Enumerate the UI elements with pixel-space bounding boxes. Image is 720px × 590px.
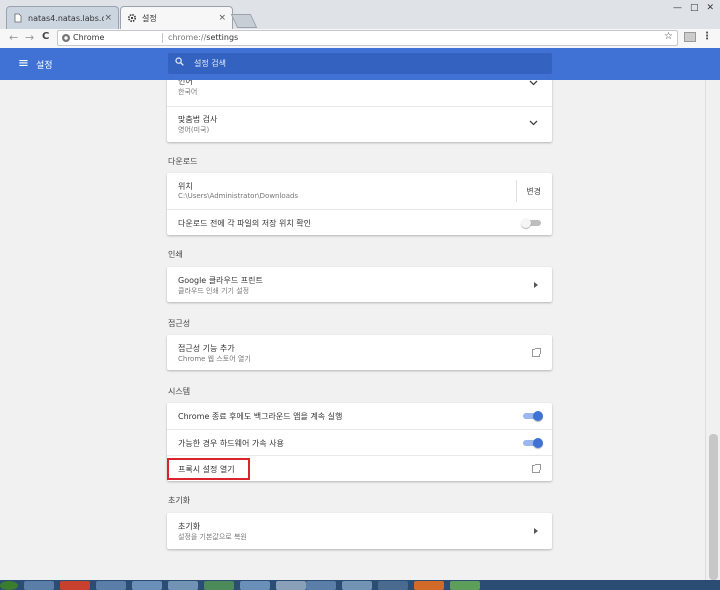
language-value: 한국어 — [178, 88, 198, 96]
tab-settings[interactable]: 설정 × — [120, 6, 233, 29]
settings-search-input[interactable]: 설정 검색 — [168, 53, 552, 74]
ask-download-row[interactable]: 다운로드 전에 각 파일의 저장 위치 확인 — [167, 209, 552, 235]
hamburger-menu-icon[interactable]: ≡ — [18, 56, 29, 71]
section-title-printing: 인쇄 — [168, 250, 183, 259]
download-location-path: C:\Users\Administrator\Downloads — [178, 192, 299, 200]
chevron-down-icon[interactable] — [529, 119, 538, 129]
taskbar-item[interactable] — [414, 581, 444, 590]
url-text: chrome://settings — [168, 33, 239, 42]
spellcheck-value: 영어(미국) — [178, 126, 210, 134]
accessibility-card: 접근성 기능 추가 Chrome 웹 스토어 열기 — [167, 335, 552, 370]
tab-natas4[interactable]: natas4.natas.labs.overthe × — [6, 6, 119, 29]
background-apps-label: Chrome 종료 후에도 백그라운드 앱을 계속 실행 — [178, 412, 343, 421]
tab-strip: natas4.natas.labs.overthe × 설정 × — □ ✕ — [0, 0, 720, 30]
tab-label: 설정 — [142, 13, 157, 23]
hardware-acceleration-label: 가능한 경우 하드웨어 가속 사용 — [178, 439, 284, 448]
printing-card: Google 클라우드 프린트 클라우드 인쇄 기기 설정 — [167, 267, 552, 302]
taskbar-item[interactable] — [96, 581, 126, 590]
taskbar-item[interactable] — [378, 581, 408, 590]
taskbar-item[interactable] — [24, 581, 54, 590]
section-title-reset: 초기화 — [168, 496, 191, 505]
section-title-accessibility: 접근성 — [168, 319, 191, 328]
add-accessibility-row[interactable]: 접근성 기능 추가 Chrome 웹 스토어 열기 — [167, 335, 552, 370]
add-accessibility-label: 접근성 기능 추가 — [178, 344, 235, 353]
settings-header: ≡ 설정 설정 검색 — [0, 48, 720, 80]
spellcheck-row[interactable]: 맞춤법 검사 영어(미국) — [167, 106, 552, 142]
maximize-button[interactable]: □ — [690, 3, 699, 13]
add-accessibility-sub: Chrome 웹 스토어 열기 — [178, 355, 251, 363]
bookmark-star-icon[interactable]: ☆ — [664, 31, 673, 42]
browser-toolbar: ← → C Chrome chrome://settings ☆ ⋮ — [0, 29, 720, 49]
chrome-menu-button[interactable]: ⋮ — [702, 31, 712, 42]
taskbar-item[interactable] — [60, 581, 90, 590]
language-row[interactable]: 언어 한국어 — [167, 80, 552, 106]
language-label: 언어 — [178, 80, 193, 86]
forward-button[interactable]: → — [25, 31, 34, 44]
page-scrollbar[interactable] — [705, 80, 720, 580]
extension-icon[interactable] — [684, 32, 696, 42]
background-apps-row[interactable]: Chrome 종료 후에도 백그라운드 앱을 계속 실행 — [167, 403, 552, 429]
tab-label: natas4.natas.labs.overthe — [28, 13, 104, 23]
taskbar-item[interactable] — [204, 581, 234, 590]
reload-button[interactable]: C — [42, 31, 49, 42]
taskbar — [0, 580, 720, 590]
external-link-icon[interactable] — [532, 348, 541, 357]
divider — [516, 180, 517, 202]
section-title-downloads: 다운로드 — [168, 157, 198, 166]
address-bar[interactable]: Chrome chrome://settings ☆ — [57, 30, 678, 46]
page-title: 설정 — [36, 61, 53, 71]
ask-download-label: 다운로드 전에 각 파일의 저장 위치 확인 — [178, 219, 312, 228]
close-tab-icon[interactable]: × — [218, 13, 226, 23]
taskbar-item[interactable] — [342, 581, 372, 590]
close-window-button[interactable]: ✕ — [706, 3, 714, 13]
page-icon — [13, 13, 23, 23]
chevron-right-icon — [534, 528, 538, 534]
divider — [162, 33, 163, 43]
search-icon — [175, 57, 184, 69]
chevron-down-icon[interactable] — [529, 80, 538, 89]
reset-card: 초기화 설정을 기본값으로 복원 — [167, 513, 552, 549]
hardware-acceleration-toggle[interactable] — [523, 438, 543, 448]
download-location-label: 위치 — [178, 182, 193, 191]
change-location-button[interactable]: 변경 — [526, 186, 541, 197]
start-button[interactable] — [0, 581, 18, 590]
downloads-card: 위치 C:\Users\Administrator\Downloads 변경 다… — [167, 173, 552, 235]
cloud-print-sub: 클라우드 인쇄 기기 설정 — [178, 287, 250, 295]
reset-settings-row[interactable]: 초기화 설정을 기본값으로 복원 — [167, 513, 552, 549]
background-apps-toggle[interactable] — [523, 411, 543, 421]
new-tab-button[interactable] — [230, 14, 258, 28]
spellcheck-label: 맞춤법 검사 — [178, 115, 218, 124]
taskbar-item[interactable] — [240, 581, 270, 590]
scrollbar-thumb[interactable] — [709, 434, 718, 580]
hardware-acceleration-row[interactable]: 가능한 경우 하드웨어 가속 사용 — [167, 429, 552, 455]
ask-download-toggle[interactable] — [521, 218, 541, 228]
gear-icon — [127, 13, 137, 23]
search-placeholder: 설정 검색 — [194, 59, 226, 68]
site-chip: Chrome — [73, 33, 105, 42]
chevron-right-icon — [534, 282, 538, 288]
taskbar-item[interactable] — [276, 581, 306, 590]
settings-content: 언어 한국어 맞춤법 검사 영어(미국) 다운로드 위치 C:\Users\Ad… — [0, 80, 705, 580]
cloud-print-label: Google 클라우드 프린트 — [178, 276, 263, 285]
taskbar-item[interactable] — [306, 581, 336, 590]
taskbar-item[interactable] — [132, 581, 162, 590]
taskbar-item[interactable] — [450, 581, 480, 590]
reset-settings-sub: 설정을 기본값으로 복원 — [178, 533, 247, 541]
back-button[interactable]: ← — [9, 31, 18, 44]
section-title-system: 시스템 — [168, 387, 191, 396]
close-tab-icon[interactable]: × — [104, 13, 112, 23]
reset-settings-label: 초기화 — [178, 522, 201, 531]
download-location-row: 위치 C:\Users\Administrator\Downloads 변경 — [167, 173, 552, 209]
minimize-button[interactable]: — — [673, 3, 682, 13]
taskbar-item[interactable] — [168, 581, 198, 590]
chrome-icon — [61, 33, 71, 46]
external-link-icon[interactable] — [532, 464, 541, 473]
browser-window: natas4.natas.labs.overthe × 설정 × — □ ✕ ←… — [0, 0, 720, 590]
highlight-box — [167, 458, 250, 480]
window-controls: — □ ✕ — [673, 3, 714, 13]
languages-card: 언어 한국어 맞춤법 검사 영어(미국) — [167, 80, 552, 142]
cloud-print-row[interactable]: Google 클라우드 프린트 클라우드 인쇄 기기 설정 — [167, 267, 552, 302]
